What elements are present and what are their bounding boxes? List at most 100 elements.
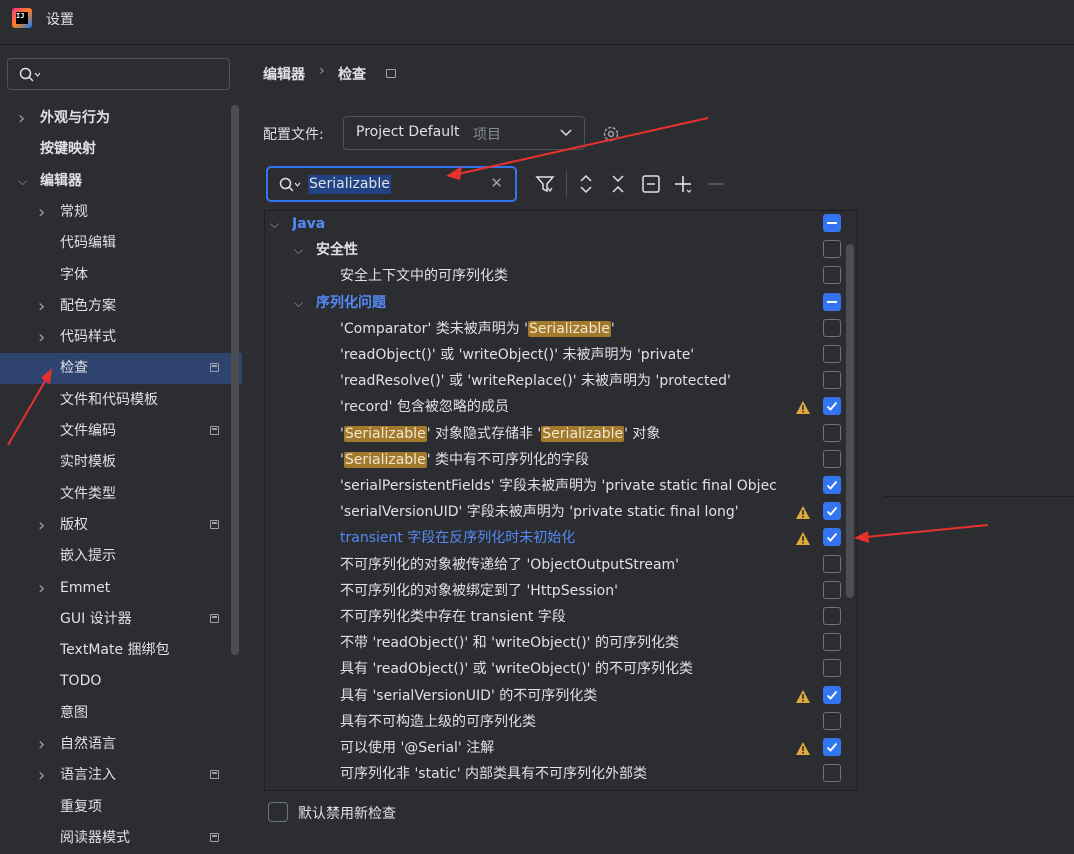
expand-all-icon[interactable] [576, 174, 596, 194]
sidebar-item[interactable]: 代码编辑 [0, 228, 242, 259]
inspection-checkbox[interactable] [823, 712, 841, 730]
inspection-checkbox[interactable] [823, 659, 841, 677]
inspection-row[interactable]: 'record' 包含被忽略的成员 [265, 394, 857, 420]
inspection-checkbox[interactable] [823, 266, 841, 284]
inspection-checkbox[interactable] [823, 581, 841, 599]
inspection-row[interactable]: 'serialVersionUID' 字段未被声明为 'private stat… [265, 499, 857, 525]
collapse-all-icon[interactable] [608, 174, 628, 194]
sidebar-item[interactable]: 文件编码 [0, 416, 242, 447]
inspection-row[interactable]: 具有不可构造上级的可序列化类 [265, 709, 857, 735]
sidebar-item[interactable]: 检查 [0, 353, 242, 384]
inspection-checkbox[interactable] [823, 764, 841, 782]
sidebar-item[interactable]: TextMate 捆绑包 [0, 635, 242, 666]
chevron-down-icon[interactable]: ⌵ [294, 237, 303, 263]
inspection-row[interactable]: 'readResolve()' 或 'writeReplace()' 未被声明为… [265, 368, 857, 394]
inspection-row[interactable]: ⌵ 序列化问题 [265, 290, 857, 316]
chevron-right-icon[interactable]: › [38, 573, 52, 604]
sidebar-item[interactable]: 嵌入提示 [0, 541, 242, 572]
sidebar-item-label: 配色方案 [60, 298, 116, 314]
inspection-row[interactable]: transient 字段在反序列化时未初始化 [265, 525, 857, 551]
inspection-row[interactable]: 'serialPersistentFields' 字段未被声明为 'privat… [265, 473, 857, 499]
chevron-right-icon[interactable]: › [38, 322, 52, 353]
sidebar-item[interactable]: › 版权 [0, 510, 242, 541]
sidebar-item[interactable]: › 自然语言 [0, 729, 242, 760]
inspection-row[interactable]: ⌵ 安全性 [265, 237, 857, 263]
inspection-checkbox[interactable] [823, 319, 841, 337]
reset-icon[interactable] [641, 174, 661, 194]
inspection-checkbox[interactable] [823, 607, 841, 625]
inspection-checkbox[interactable] [823, 528, 841, 546]
sidebar-item[interactable]: › 配色方案 [0, 291, 242, 322]
inspection-row[interactable]: 具有 'readObject()' 或 'writeObject()' 的不可序… [265, 656, 857, 682]
inspection-row[interactable]: 不可序列化的对象被传递给了 'ObjectOutputStream' [265, 552, 857, 578]
sidebar-item[interactable]: › 常规 [0, 197, 242, 228]
clear-icon[interactable]: ✕ [490, 174, 503, 192]
chevron-right-icon[interactable]: › [38, 291, 52, 322]
sidebar-item[interactable]: 实时模板 [0, 447, 242, 478]
inspection-checkbox[interactable] [823, 214, 841, 232]
sidebar-item[interactable]: GUI 设计器 [0, 604, 242, 635]
filter-value: Serializable [308, 175, 391, 194]
inspection-row[interactable]: 'Serializable' 对象隐式存储非 'Serializable' 对象 [265, 421, 857, 447]
profile-select[interactable]: Project Default 项目 [343, 116, 585, 150]
inspection-row[interactable]: 具有 'serialVersionUID' 的不可序列化类 [265, 683, 857, 709]
sidebar-item[interactable]: 字体 [0, 260, 242, 291]
sidebar-item[interactable]: › 语言注入 [0, 760, 242, 791]
sidebar-item[interactable]: 按键映射 [0, 134, 242, 165]
inspection-tree-scrollbar[interactable] [846, 244, 854, 598]
inspection-row[interactable]: 可以使用 '@Serial' 注解 [265, 735, 857, 761]
inspection-checkbox[interactable] [823, 555, 841, 573]
disable-new-inspections-checkbox[interactable] [268, 802, 288, 822]
sidebar-item[interactable]: 意图 [0, 698, 242, 729]
inspection-checkbox[interactable] [823, 240, 841, 258]
inspection-checkbox[interactable] [823, 371, 841, 389]
inspection-row[interactable]: 不可序列化的对象被绑定到了 'HttpSession' [265, 578, 857, 604]
sidebar-item[interactable]: TODO [0, 666, 242, 697]
chevron-down-icon[interactable]: ⌵ [18, 166, 32, 197]
sidebar-item[interactable]: › 外观与行为 [0, 103, 242, 134]
inspection-label-text: 'readObject()' 或 'writeObject()' 未被声明为 '… [340, 347, 695, 363]
sidebar-item-label: TODO [60, 673, 102, 689]
settings-search-input[interactable] [7, 58, 230, 90]
inspection-checkbox[interactable] [823, 476, 841, 494]
inspection-row[interactable]: ⌵ Java [265, 211, 857, 237]
inspection-label-text: Java [292, 216, 326, 232]
chevron-down-icon[interactable]: ⌵ [294, 290, 303, 316]
inspection-checkbox[interactable] [823, 686, 841, 704]
sidebar-item[interactable]: ⌵ 编辑器 [0, 166, 242, 197]
sidebar-item-label: 实时模板 [60, 454, 116, 470]
sidebar-item[interactable]: › 代码样式 [0, 322, 242, 353]
chevron-right-icon[interactable]: › [18, 103, 32, 134]
sidebar-scrollbar[interactable] [231, 105, 239, 655]
chevron-right-icon[interactable]: › [38, 510, 52, 541]
sidebar-item[interactable]: 文件和代码模板 [0, 385, 242, 416]
sidebar-item[interactable]: › Emmet [0, 573, 242, 604]
gear-icon[interactable] [600, 123, 622, 145]
inspection-checkbox[interactable] [823, 397, 841, 415]
inspection-row[interactable]: 'Serializable' 类中有不可序列化的字段 [265, 447, 857, 473]
sidebar-item[interactable]: 阅读器模式 [0, 823, 242, 854]
inspection-row[interactable]: 不可序列化类中存在 transient 字段 [265, 604, 857, 630]
filter-funnel-icon[interactable] [535, 174, 555, 194]
inspection-filter-input[interactable]: Serializable ✕ [266, 166, 517, 202]
breadcrumb-parent[interactable]: 编辑器 [263, 64, 305, 84]
sidebar-item[interactable]: 重复项 [0, 792, 242, 823]
chevron-down-icon[interactable]: ⌵ [270, 211, 279, 237]
inspection-checkbox[interactable] [823, 424, 841, 442]
inspection-checkbox[interactable] [823, 502, 841, 520]
inspection-checkbox[interactable] [823, 293, 841, 311]
chevron-right-icon[interactable]: › [38, 729, 52, 760]
chevron-right-icon[interactable]: › [38, 760, 52, 791]
inspection-checkbox[interactable] [823, 345, 841, 363]
inspection-row[interactable]: 'Comparator' 类未被声明为 'Serializable' [265, 316, 857, 342]
inspection-row[interactable]: 不带 'readObject()' 和 'writeObject()' 的可序列… [265, 630, 857, 656]
inspection-row[interactable]: 安全上下文中的可序列化类 [265, 263, 857, 289]
sidebar-item[interactable]: 文件类型 [0, 479, 242, 510]
inspection-row[interactable]: 可序列化非 'static' 内部类具有不可序列化外部类 [265, 761, 857, 787]
inspection-checkbox[interactable] [823, 738, 841, 756]
inspection-checkbox[interactable] [823, 450, 841, 468]
inspection-checkbox[interactable] [823, 633, 841, 651]
chevron-right-icon[interactable]: › [38, 197, 52, 228]
inspection-row[interactable]: 'readObject()' 或 'writeObject()' 未被声明为 '… [265, 342, 857, 368]
add-icon[interactable] [673, 174, 693, 194]
